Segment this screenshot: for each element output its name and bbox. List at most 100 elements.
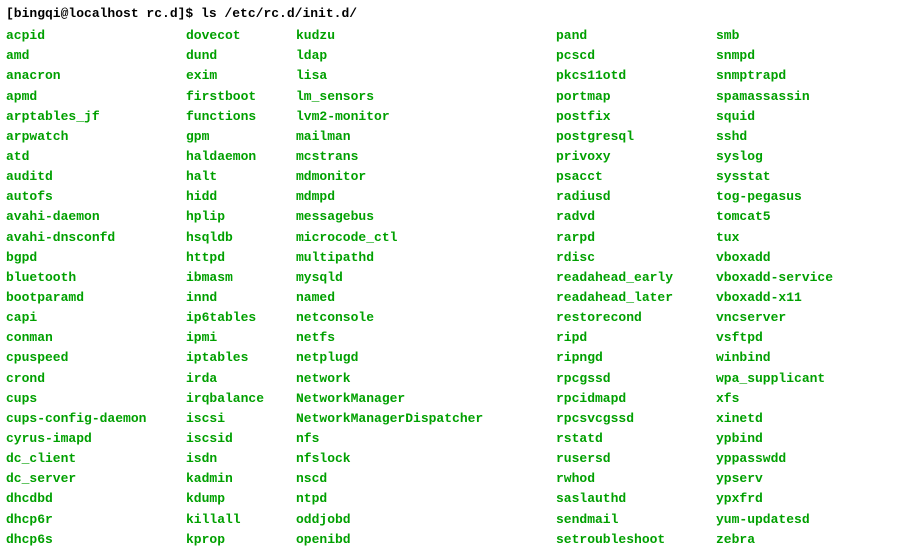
file-entry: rdisc [556,248,716,268]
file-entry: netconsole [296,308,556,328]
file-entry: squid [716,107,833,127]
file-entry: haldaemon [186,147,296,167]
file-entry: snmpd [716,46,833,66]
file-entry: sshd [716,127,833,147]
file-entry: messagebus [296,207,556,227]
file-entry: kudzu [296,26,556,46]
file-entry: kdump [186,489,296,509]
file-entry: ntpd [296,489,556,509]
file-entry: atd [6,147,186,167]
file-entry: rpcidmapd [556,389,716,409]
file-entry: rpcsvcgssd [556,409,716,429]
file-entry: mysqld [296,268,556,288]
file-entry: sysstat [716,167,833,187]
file-entry: bluetooth [6,268,186,288]
file-entry: xfs [716,389,833,409]
file-entry: netfs [296,328,556,348]
file-entry: arpwatch [6,127,186,147]
file-entry: isdn [186,449,296,469]
file-entry: smb [716,26,833,46]
file-entry: multipathd [296,248,556,268]
file-entry: httpd [186,248,296,268]
file-entry: rstatd [556,429,716,449]
file-entry: auditd [6,167,186,187]
file-entry: winbind [716,348,833,368]
file-entry: rarpd [556,228,716,248]
file-entry: sendmail [556,510,716,530]
file-entry: portmap [556,87,716,107]
file-entry: spamassassin [716,87,833,107]
file-entry: iptables [186,348,296,368]
file-entry: ripngd [556,348,716,368]
file-entry: pand [556,26,716,46]
file-entry: nfslock [296,449,556,469]
listing-column-2: kudzuldaplisalm_sensorslvm2-monitormailm… [296,26,556,550]
file-entry: NetworkManagerDispatcher [296,409,556,429]
file-entry: dhcdbd [6,489,186,509]
file-entry: crond [6,369,186,389]
file-entry: vncserver [716,308,833,328]
file-entry: innd [186,288,296,308]
file-entry: microcode_ctl [296,228,556,248]
file-entry: capi [6,308,186,328]
file-entry: rpcgssd [556,369,716,389]
file-entry: named [296,288,556,308]
file-entry: dc_client [6,449,186,469]
listing-column-0: acpidamdanacronapmdarptables_jfarpwatcha… [6,26,186,550]
file-entry: ipmi [186,328,296,348]
file-entry: pcscd [556,46,716,66]
file-entry: restorecond [556,308,716,328]
file-entry: avahi-dnsconfd [6,228,186,248]
file-entry: readahead_later [556,288,716,308]
file-entry: radvd [556,207,716,227]
file-entry: killall [186,510,296,530]
file-entry: dund [186,46,296,66]
file-entry: cups [6,389,186,409]
file-entry: postfix [556,107,716,127]
file-entry: yum-updatesd [716,510,833,530]
file-entry: firstboot [186,87,296,107]
file-entry: mdmpd [296,187,556,207]
file-entry: network [296,369,556,389]
file-entry: xinetd [716,409,833,429]
file-entry: ldap [296,46,556,66]
file-entry: mailman [296,127,556,147]
file-entry: dovecot [186,26,296,46]
file-entry: vboxadd-x11 [716,288,833,308]
file-entry: exim [186,66,296,86]
file-entry: vsftpd [716,328,833,348]
file-entry: lisa [296,66,556,86]
file-entry: hplip [186,207,296,227]
file-entry: halt [186,167,296,187]
file-entry: postgresql [556,127,716,147]
file-entry: tog-pegasus [716,187,833,207]
file-entry: vboxadd [716,248,833,268]
file-entry: radiusd [556,187,716,207]
file-entry: rwhod [556,469,716,489]
file-entry: cyrus-imapd [6,429,186,449]
file-entry: irda [186,369,296,389]
file-entry: zebra [716,530,833,550]
file-entry: functions [186,107,296,127]
file-entry: gpm [186,127,296,147]
listing-column-3: pandpcscdpkcs11otdportmappostfixpostgres… [556,26,716,550]
file-entry: apmd [6,87,186,107]
shell-prompt: [bingqi@localhost rc.d]$ ls /etc/rc.d/in… [6,4,908,24]
file-entry: dc_server [6,469,186,489]
file-entry: conman [6,328,186,348]
file-entry: lm_sensors [296,87,556,107]
file-entry: mdmonitor [296,167,556,187]
file-entry: nfs [296,429,556,449]
file-entry: autofs [6,187,186,207]
file-entry: oddjobd [296,510,556,530]
file-entry: ripd [556,328,716,348]
file-entry: openibd [296,530,556,550]
file-entry: anacron [6,66,186,86]
file-entry: tomcat5 [716,207,833,227]
file-entry: vboxadd-service [716,268,833,288]
file-entry: NetworkManager [296,389,556,409]
file-entry: saslauthd [556,489,716,509]
file-entry: acpid [6,26,186,46]
file-entry: cups-config-daemon [6,409,186,429]
file-entry: yppasswdd [716,449,833,469]
